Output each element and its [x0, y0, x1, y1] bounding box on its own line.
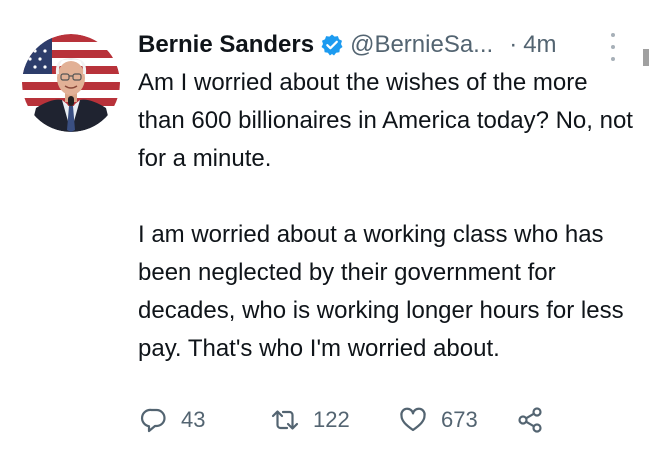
tweet-timestamp[interactable]: 4m: [523, 31, 556, 59]
reply-button[interactable]: 43: [140, 406, 270, 434]
avatar[interactable]: [22, 34, 120, 132]
tweet-paragraph: Am I worried about the wishes of the mor…: [138, 69, 633, 172]
share-icon: [516, 406, 544, 434]
retweet-count: 122: [313, 407, 350, 432]
reply-icon: [140, 406, 168, 434]
author-handle[interactable]: @BernieSa...: [350, 31, 493, 59]
retweet-button[interactable]: 122: [270, 406, 398, 434]
separator-dot: ·: [509, 31, 518, 58]
more-vertical-icon[interactable]: [607, 33, 619, 61]
share-button[interactable]: [516, 406, 544, 434]
tweet-text: Am I worried about the wishes of the mor…: [138, 64, 638, 368]
heart-icon: [398, 406, 428, 434]
retweet-icon: [270, 406, 300, 434]
like-button[interactable]: 673: [398, 406, 516, 434]
scrollbar[interactable]: [643, 49, 649, 66]
author-name[interactable]: Bernie Sanders: [138, 31, 314, 59]
tweet[interactable]: Bernie Sanders @BernieSa... · 4m Am I wo…: [0, 0, 651, 450]
tweet-actions: 43 122 673: [140, 402, 544, 438]
tweet-header: Bernie Sanders @BernieSa... · 4m: [138, 28, 557, 62]
like-count: 673: [441, 407, 478, 432]
reply-count: 43: [181, 407, 206, 432]
tweet-paragraph: I am worried about a working class who h…: [138, 221, 624, 362]
verified-badge-icon: [320, 33, 344, 57]
